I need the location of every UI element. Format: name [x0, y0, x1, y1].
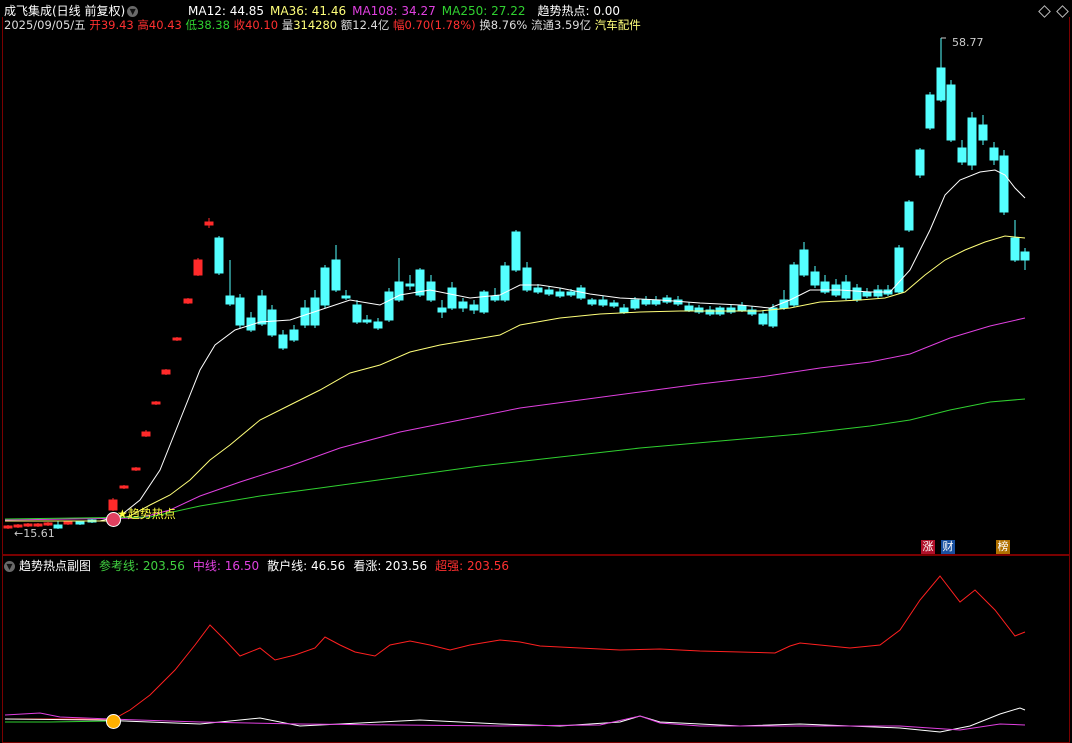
mid-line: [4, 712, 1026, 731]
retail-line: [4, 707, 1026, 733]
signal-up-icon[interactable]: [106, 714, 121, 729]
strong-line: [5, 575, 1026, 721]
ref-line: [5, 720, 113, 723]
indicator-chart[interactable]: [0, 0, 1072, 743]
